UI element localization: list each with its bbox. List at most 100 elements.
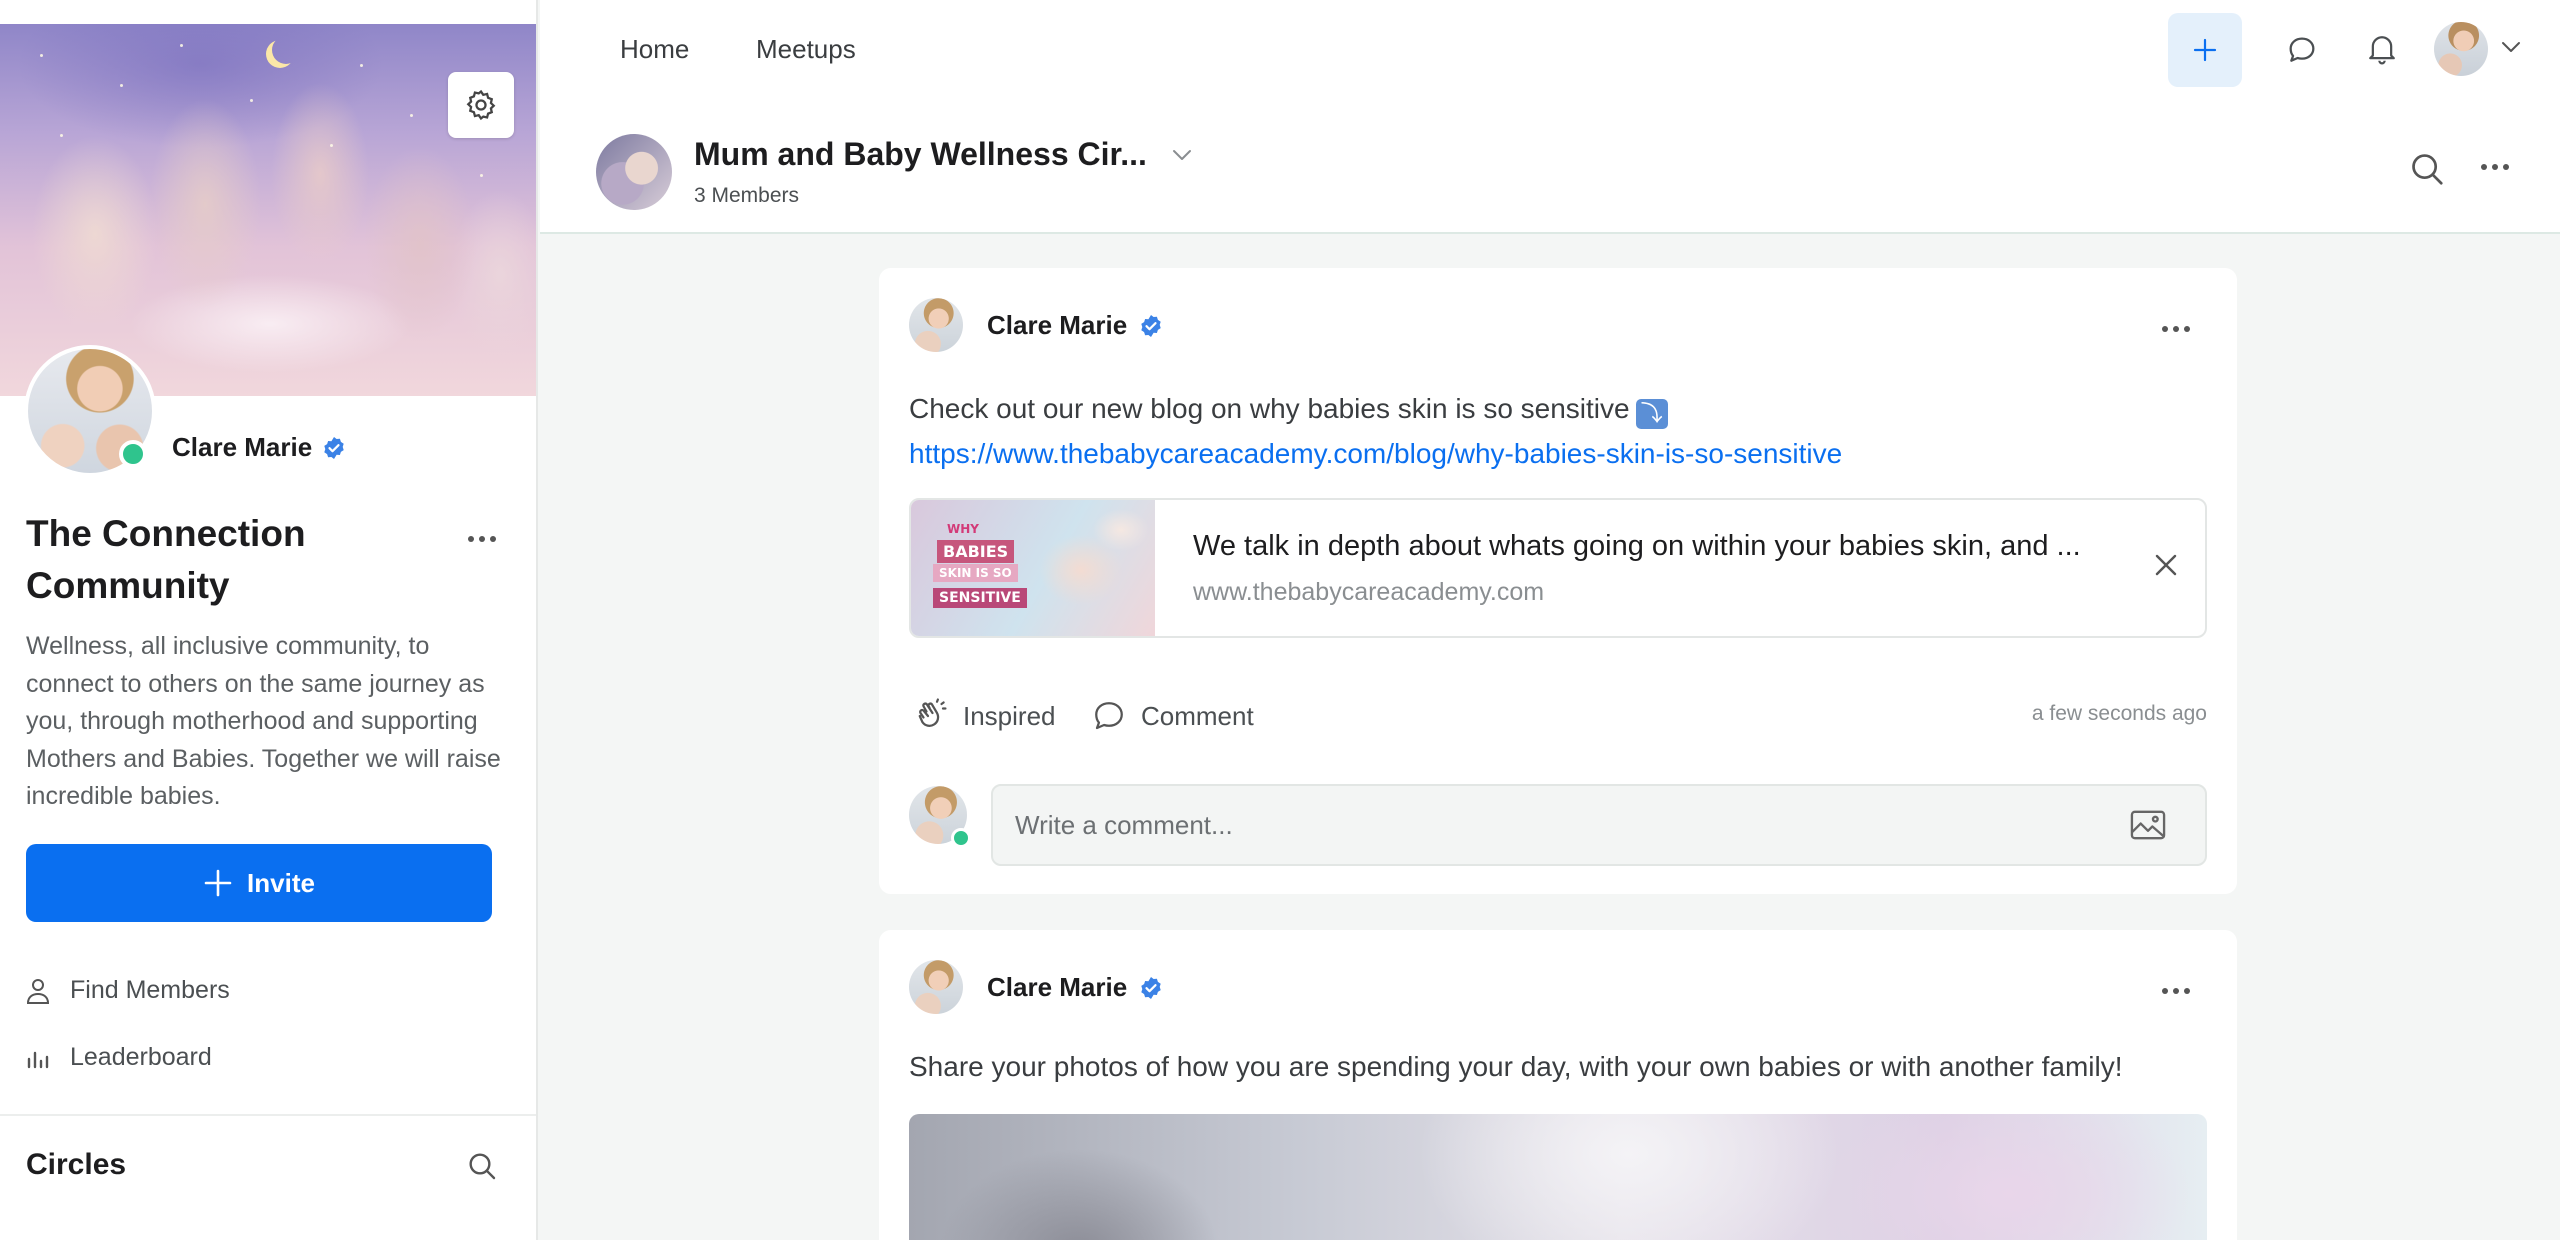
more-horizontal-icon: [468, 536, 496, 542]
online-status-dot: [951, 828, 971, 848]
community-title: The Connection Community: [26, 513, 306, 606]
circle-member-count[interactable]: 3 Members: [694, 184, 799, 208]
profile-name-row: Clare Marie: [172, 432, 346, 463]
post-author-row: Clare Marie: [987, 310, 1163, 341]
cover-settings-button[interactable]: [448, 72, 514, 138]
remove-preview-button[interactable]: [2151, 550, 2181, 585]
star-dot: [60, 134, 63, 137]
attach-image-button[interactable]: [2129, 808, 2167, 847]
post-more-button[interactable]: [2161, 982, 2191, 1000]
person-icon: [26, 978, 50, 1004]
link-preview-domain: www.thebabycareacademy.com: [1193, 578, 1545, 606]
sidebar-item-leaderboard[interactable]: Leaderboard: [26, 1043, 212, 1072]
notifications-button[interactable]: [2366, 32, 2398, 71]
community-sidebar: Clare Marie The Connection Community Wel…: [0, 0, 538, 1240]
comment-label: Comment: [1141, 700, 1254, 731]
profile-name[interactable]: Clare Marie: [172, 432, 312, 463]
community-description: Wellness, all inclusive community, to co…: [26, 632, 501, 810]
sidebar-item-label: Leaderboard: [70, 1043, 212, 1071]
post-author-name[interactable]: Clare Marie: [987, 972, 1127, 1003]
online-status-dot: [119, 440, 147, 468]
nav-home[interactable]: Home: [620, 34, 689, 65]
post-text: Check out our new blog on why babies ski…: [909, 393, 1630, 424]
top-navigation: Home Meetups: [540, 0, 2560, 102]
sidebar-divider: [0, 1114, 536, 1116]
circle-name-row[interactable]: Mum and Baby Wellness Cir...: [694, 136, 1193, 173]
inspired-button[interactable]: Inspired: [913, 698, 1056, 734]
link-preview-title[interactable]: We talk in depth about whats going on wi…: [1193, 530, 2081, 563]
gear-icon: [466, 89, 496, 121]
post-more-button[interactable]: [2161, 320, 2191, 338]
chat-bubble-icon: [1095, 702, 1123, 730]
post-timestamp[interactable]: a few seconds ago: [2021, 702, 2207, 726]
plus-icon: [2193, 38, 2217, 62]
comment-button[interactable]: Comment: [1091, 698, 1254, 734]
circle-more-button[interactable]: [2480, 158, 2510, 176]
verified-badge-icon: [1141, 976, 1161, 999]
invite-button[interactable]: Invite: [26, 844, 492, 922]
circles-heading: Circles: [26, 1148, 127, 1181]
post-author-name[interactable]: Clare Marie: [987, 310, 1127, 341]
star-dot: [250, 99, 253, 102]
sidebar-top-strip: [0, 0, 536, 24]
comment-input[interactable]: [1015, 786, 2115, 864]
down-arrow-emoji: ⤵: [1635, 399, 1668, 429]
feed-post: Clare Marie Check out our new blog on wh…: [879, 268, 2237, 894]
link-preview-thumbnail: WHY BABIES SKIN IS SO SENSITIVE: [911, 500, 1155, 636]
verified-badge-icon: [1141, 314, 1161, 337]
star-dot: [40, 54, 43, 57]
star-dot: [330, 144, 333, 147]
search-icon: [2412, 154, 2443, 185]
post-link[interactable]: https://www.thebabycareacademy.com/blog/…: [909, 438, 1842, 469]
create-post-button[interactable]: [2168, 13, 2242, 87]
thumb-text: SKIN IS SO: [933, 564, 1018, 582]
thumb-text: SENSITIVE: [933, 588, 1027, 608]
more-horizontal-icon: [2162, 988, 2190, 994]
community-cover-image: [0, 24, 536, 396]
user-avatar-menu[interactable]: [2434, 22, 2488, 76]
verified-badge-icon: [324, 436, 344, 459]
link-preview-card[interactable]: WHY BABIES SKIN IS SO SENSITIVE We talk …: [909, 498, 2207, 638]
image-icon: [2130, 810, 2166, 840]
moon-shape: [272, 36, 300, 64]
circle-avatar: [596, 134, 672, 210]
post-text: Share your photos of how you are spendin…: [909, 1051, 2123, 1082]
invite-label: Invite: [247, 867, 315, 898]
feed-post: Clare Marie Share your photos of how you…: [879, 930, 2237, 1240]
clapping-hands-icon: [918, 698, 947, 727]
star-dot: [120, 84, 123, 87]
search-icon: [469, 1153, 496, 1180]
circle-header: Mum and Baby Wellness Cir... 3 Members: [540, 102, 2560, 234]
chevron-down-icon[interactable]: [1171, 148, 1193, 162]
more-horizontal-icon: [2162, 326, 2190, 332]
star-dot: [360, 64, 363, 67]
post-photo[interactable]: [909, 1114, 2207, 1240]
thumb-text: BABIES: [937, 540, 1015, 563]
star-dot: [180, 44, 183, 47]
circle-name[interactable]: Mum and Baby Wellness Cir...: [694, 136, 1147, 173]
post-body: Check out our new blog on why babies ski…: [909, 386, 2209, 476]
messages-button[interactable]: [2286, 34, 2318, 71]
bar-chart-icon: [27, 1051, 49, 1068]
circle-search-button[interactable]: [2408, 150, 2446, 193]
sidebar-item-find-members[interactable]: Find Members: [26, 976, 230, 1005]
thumb-text: WHY: [947, 522, 979, 536]
post-author-row: Clare Marie: [987, 972, 1163, 1003]
post-author-avatar[interactable]: [909, 960, 963, 1014]
sidebar-item-label: Find Members: [70, 976, 230, 1004]
chat-bubble-icon: [2289, 37, 2315, 62]
inspired-label: Inspired: [963, 700, 1056, 731]
close-icon: [2155, 554, 2177, 576]
chevron-down-icon: [2502, 42, 2520, 52]
plus-icon: [204, 869, 232, 897]
user-menu-chevron[interactable]: [2500, 40, 2522, 59]
star-dot: [410, 114, 413, 117]
circles-search-button[interactable]: [466, 1150, 498, 1187]
nav-meetups[interactable]: Meetups: [756, 34, 856, 65]
community-more-button[interactable]: [462, 522, 502, 556]
comment-box[interactable]: [991, 784, 2207, 866]
bell-icon: [2369, 36, 2395, 65]
post-author-avatar[interactable]: [909, 298, 963, 352]
more-horizontal-icon: [2481, 164, 2509, 170]
star-dot: [480, 174, 483, 177]
